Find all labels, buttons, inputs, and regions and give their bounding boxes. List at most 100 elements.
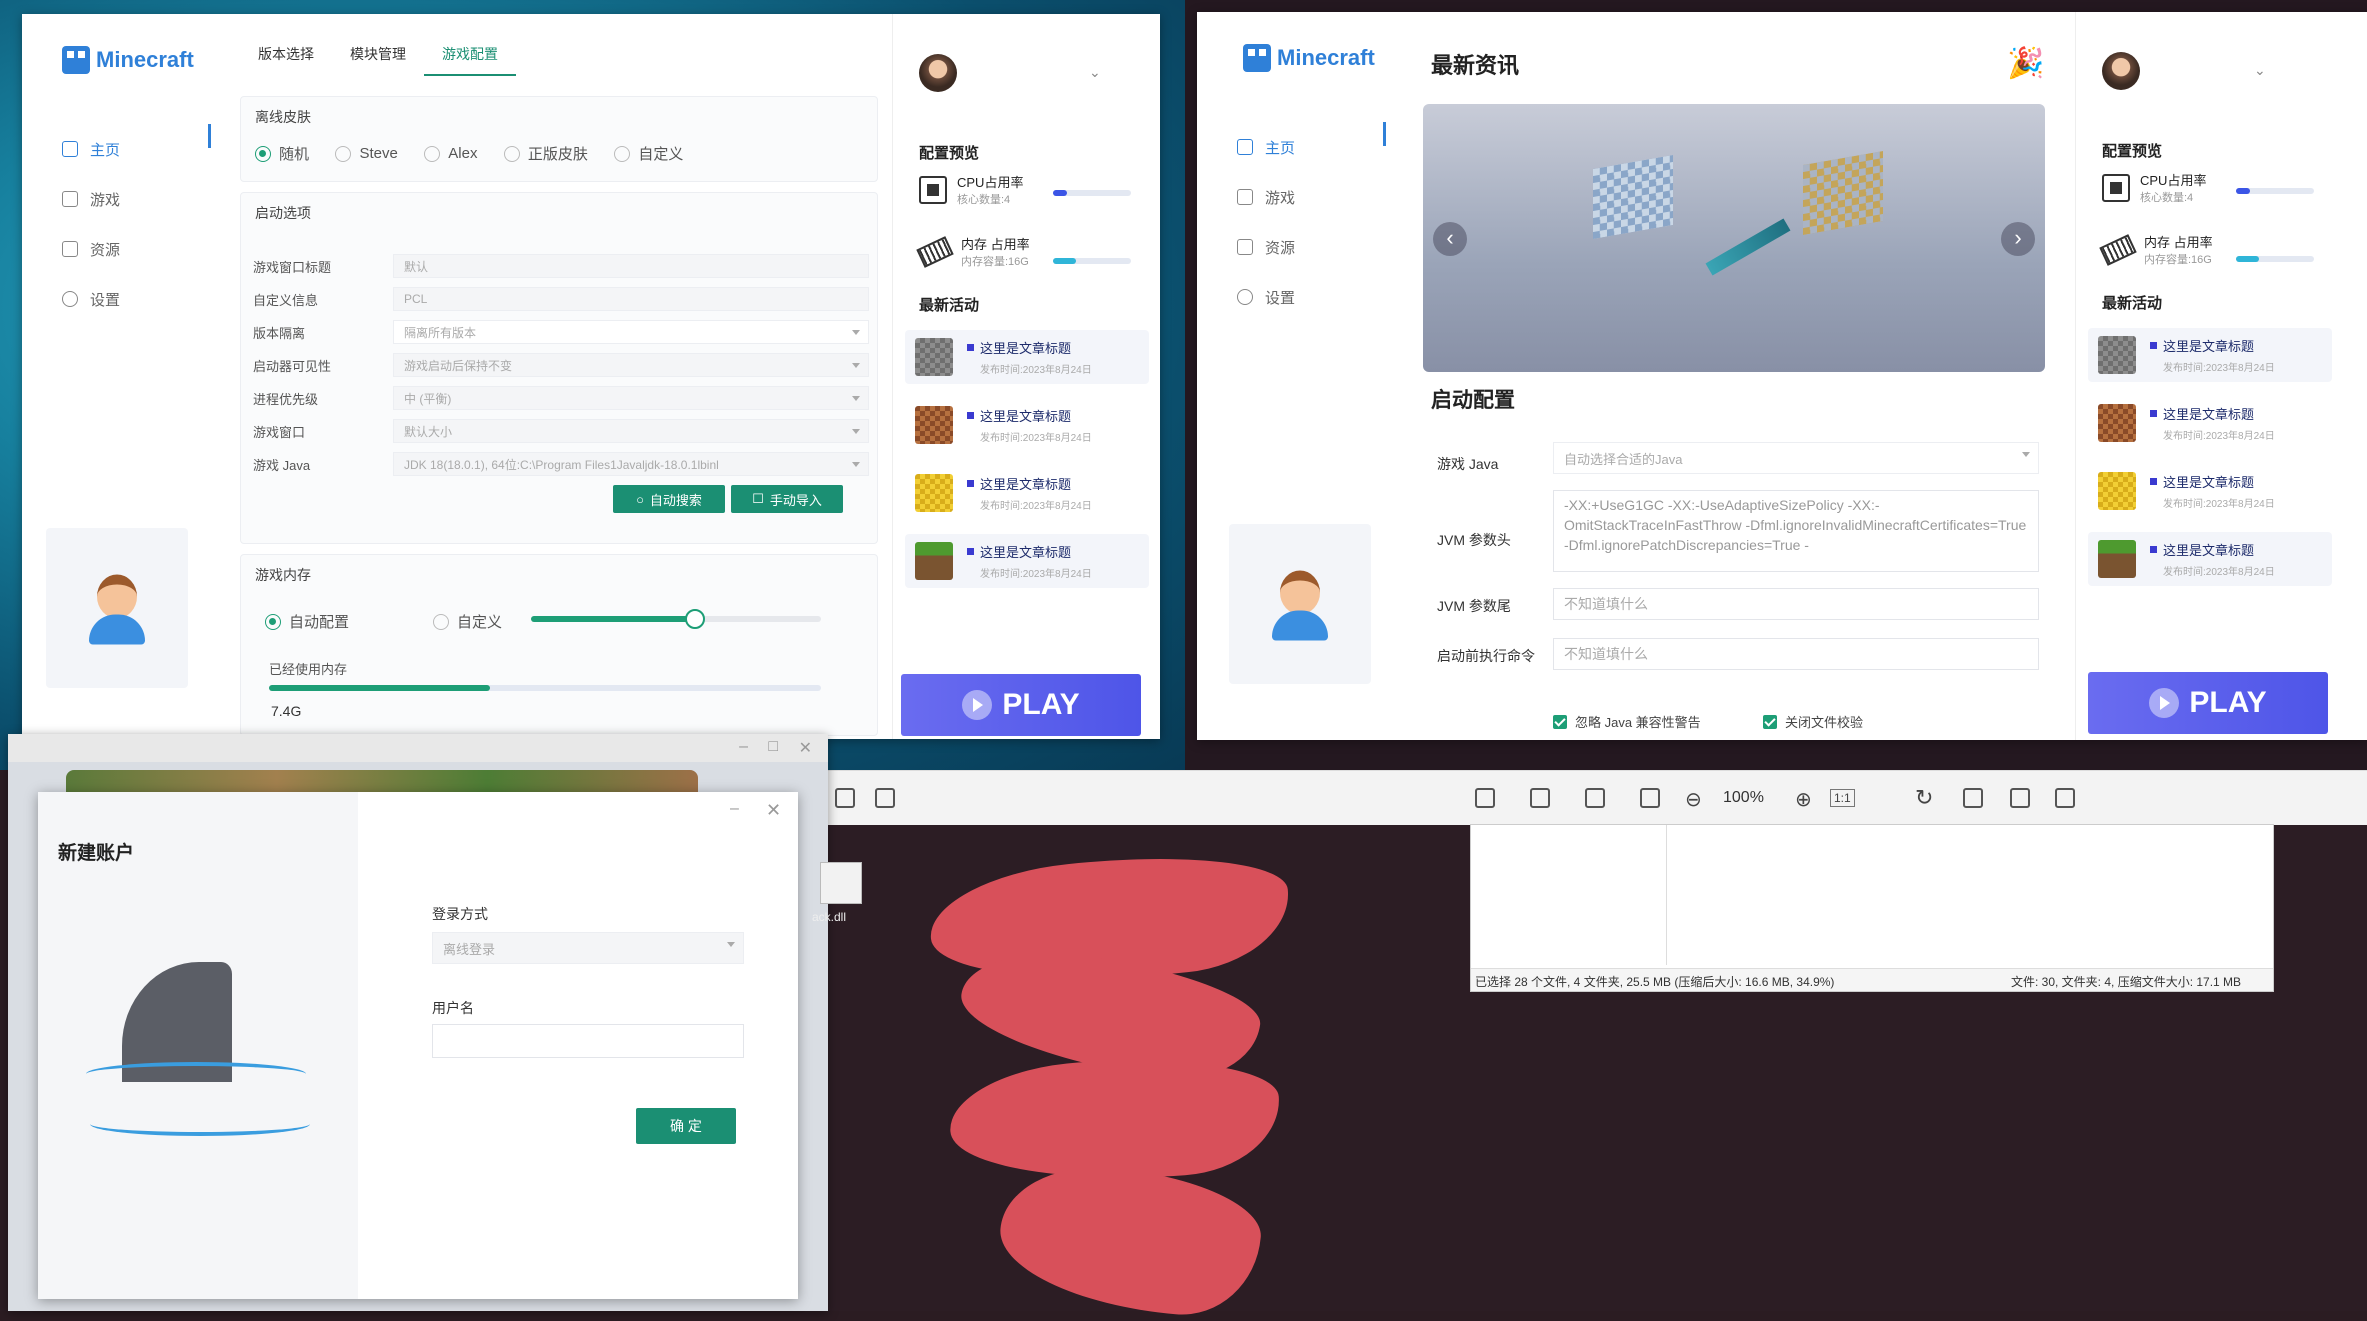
field-label: 游戏窗口标题 [253, 259, 332, 275]
play-button[interactable]: PLAY [2088, 672, 2328, 734]
used-memory-label: 已经使用内存 [269, 662, 348, 677]
crop-icon[interactable] [2010, 788, 2030, 808]
download-icon[interactable] [875, 788, 895, 808]
app-logo[interactable]: Minecraft [62, 46, 194, 74]
java-select[interactable]: JDK 18(18.0.1), 64位:C:\Program Files1Jav… [393, 452, 869, 476]
zoom-out-icon[interactable]: ⊖ [1685, 787, 1702, 812]
cpu-bar [1053, 190, 1131, 196]
priority-select[interactable]: 中 (平衡) [393, 386, 869, 410]
skin-official-radio[interactable]: 正版皮肤 [503, 143, 588, 164]
nav-item-game[interactable]: 游戏 [22, 174, 212, 224]
maximize-icon[interactable]: □ [768, 738, 778, 756]
custom-info-input[interactable]: PCL [393, 287, 869, 311]
crop-icon[interactable] [835, 788, 855, 808]
app-logo[interactable]: Minecraft [1243, 44, 1375, 72]
tab-modules[interactable]: 模块管理 [332, 34, 424, 74]
login-method-select[interactable]: 离线登录 [432, 932, 744, 964]
carousel-next-button[interactable]: › [2001, 222, 2035, 256]
news-item[interactable]: 这里是文章标题 发布时间:2023年8月24日 [2088, 396, 2332, 450]
news-title: 这里是文章标题 [2150, 472, 2275, 491]
nav-item-home[interactable]: 主页 [22, 124, 212, 174]
skin-custom-radio[interactable]: 自定义 [614, 143, 683, 164]
nav-item-settings[interactable]: 设置 [1197, 272, 1387, 322]
skin-alex-radio[interactable]: Alex [424, 145, 477, 162]
gold-block-icon [915, 474, 953, 512]
desktop-file-label[interactable]: ack.dll [812, 910, 846, 924]
ignore-java-warning-checkbox[interactable]: 忽略 Java 兼容性警告 [1553, 712, 1701, 731]
news-item[interactable]: 这里是文章标题 发布时间:2023年8月24日 [905, 398, 1149, 452]
user-avatar[interactable] [2102, 52, 2140, 90]
slider-handle[interactable] [685, 609, 706, 629]
dialog-title: 新建账户 [58, 843, 135, 864]
fit-icon[interactable] [1640, 788, 1660, 808]
memory-slider[interactable] [531, 609, 821, 629]
news-item[interactable]: 这里是文章标题 发布时间:2023年8月24日 [905, 466, 1149, 520]
user-avatar[interactable] [919, 54, 957, 92]
pre-launch-command-input[interactable]: 不知道填什么 [1553, 638, 2039, 670]
nav-item-settings[interactable]: 设置 [22, 274, 212, 324]
button-label: 自动搜索 [649, 492, 702, 508]
confirm-button[interactable]: 确 定 [636, 1108, 736, 1144]
save-icon[interactable] [2055, 788, 2075, 808]
mem-bar-fill [1053, 258, 1077, 264]
window-title-input[interactable]: 默认 [393, 254, 869, 278]
skin-steve-radio[interactable]: Steve [335, 145, 398, 162]
tab-version[interactable]: 版本选择 [240, 34, 332, 74]
manual-import-button[interactable]: ☐ 手动导入 [731, 485, 843, 513]
tab-game-config[interactable]: 游戏配置 [424, 34, 516, 76]
jvm-tail-input[interactable]: 不知道填什么 [1553, 588, 2039, 620]
radio-label: 自定义 [638, 146, 684, 163]
rotate-icon[interactable]: ↻ [1915, 785, 1933, 811]
jvm-head-textarea[interactable]: -XX:+UseG1GC -XX:-UseAdaptiveSizePolicy … [1553, 490, 2039, 572]
nav-item-resources[interactable]: 资源 [1197, 222, 1387, 272]
java-select[interactable]: 自动选择合适的Java [1553, 442, 2039, 474]
play-button[interactable]: PLAY [901, 674, 1141, 736]
minecraft-logo-icon [1243, 44, 1271, 72]
chevron-down-icon[interactable]: ⌄ [1089, 64, 1101, 81]
minimize-icon[interactable]: – [739, 738, 748, 756]
app-logo-text: Minecraft [96, 47, 194, 72]
user-avatar-icon [87, 571, 147, 646]
carousel-prev-button[interactable]: ‹ [1433, 222, 1467, 256]
news-item[interactable]: 这里是文章标题 发布时间:2023年8月24日 [905, 330, 1149, 384]
account-card[interactable] [1229, 524, 1371, 684]
game-window-select[interactable]: 默认大小 [393, 419, 869, 443]
field-label: 启动前执行命令 [1437, 648, 1535, 664]
app-logo-text: Minecraft [1277, 45, 1375, 70]
skin-random-radio[interactable]: 随机 [255, 143, 309, 164]
news-item[interactable]: 这里是文章标题 发布时间:2023年8月24日 [2088, 464, 2332, 518]
nav-item-home[interactable]: 主页 [1197, 122, 1387, 172]
minimize-icon[interactable]: – [730, 800, 739, 818]
compare-icon[interactable] [1585, 788, 1605, 808]
launch-config-panel: 游戏 Java 自动选择合适的Java JVM 参数头 -XX:+UseG1GC… [1423, 422, 2045, 740]
layout-icon[interactable] [1475, 788, 1495, 808]
status-left: 已选择 28 个文件, 4 文件夹, 25.5 MB (压缩后大小: 16.6 … [1475, 975, 1835, 989]
ram-icon [916, 235, 954, 268]
cpu-bar [2236, 188, 2314, 194]
news-carousel[interactable]: ‹ › [1423, 104, 2045, 372]
close-icon[interactable]: ✕ [766, 800, 781, 821]
cpu-bar-fill [2236, 188, 2251, 194]
news-item[interactable]: 这里是文章标题 发布时间:2023年8月24日 [2088, 532, 2332, 586]
zoom-in-icon[interactable]: ⊕ [1795, 787, 1812, 812]
actual-size-button[interactable]: 1:1 [1830, 789, 1855, 807]
scan-icon[interactable] [1530, 788, 1550, 808]
account-card[interactable] [46, 528, 188, 688]
version-isolation-select[interactable]: 隔离所有版本 [393, 320, 869, 344]
dll-file-icon[interactable] [820, 862, 862, 904]
chevron-down-icon[interactable]: ⌄ [2254, 62, 2266, 79]
skin-panel: 离线皮肤 随机 Steve Alex 正版皮肤 自定义 [240, 96, 878, 182]
nav-item-game[interactable]: 游戏 [1197, 172, 1387, 222]
news-item[interactable]: 这里是文章标题 发布时间:2023年8月24日 [2088, 328, 2332, 382]
close-icon[interactable]: ✕ [799, 738, 812, 758]
mem-capacity: 内存容量:16G [961, 256, 1029, 268]
memory-custom-radio[interactable]: 自定义 [433, 611, 502, 632]
memory-auto-radio[interactable]: 自动配置 [265, 611, 349, 632]
launcher-visibility-select[interactable]: 游戏启动后保持不变 [393, 353, 869, 377]
disable-file-check-checkbox[interactable]: 关闭文件校验 [1763, 712, 1863, 731]
nav-item-resources[interactable]: 资源 [22, 224, 212, 274]
edit-icon[interactable] [1963, 788, 1983, 808]
news-item[interactable]: 这里是文章标题 发布时间:2023年8月24日 [905, 534, 1149, 588]
username-input[interactable] [432, 1024, 744, 1058]
auto-search-button[interactable]: ○ 自动搜索 [613, 485, 725, 513]
